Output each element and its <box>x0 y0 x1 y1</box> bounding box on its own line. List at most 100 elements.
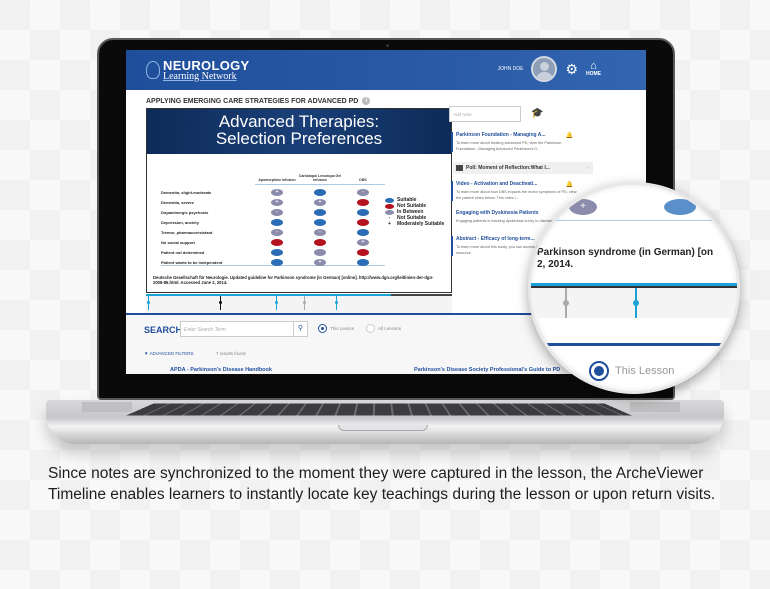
home-label: HOME <box>586 71 601 77</box>
rating-dot-between: - <box>271 209 283 216</box>
rating-dot-between: - <box>271 229 283 236</box>
magnified-between-plus-dot: + <box>569 199 597 215</box>
magnified-progress-fill <box>531 283 737 286</box>
add-note-input[interactable]: Add Note <box>449 106 521 122</box>
search-result[interactable]: Parkinson's Disease Society Professional… <box>414 367 560 373</box>
table-row: Dementia, severe + + <box>161 198 385 208</box>
camera <box>386 44 389 47</box>
table-row: Depression, anxiety <box>161 218 385 228</box>
rating-dot-not <box>271 239 283 246</box>
avatar[interactable] <box>531 56 558 82</box>
gear-icon[interactable]: ⚙ <box>565 61 578 78</box>
home-button[interactable]: ⌂ HOME <box>586 61 601 77</box>
magnified-radio-icon <box>589 361 609 381</box>
search-result[interactable]: APDA - Parkinson's Disease Handbook <box>170 367 272 373</box>
timeline-playhead[interactable] <box>219 296 222 310</box>
magnified-table-rule <box>531 220 737 221</box>
citation: Deutsche Gesellschaft für Neurologie. Up… <box>153 275 434 285</box>
brand-logo[interactable]: NEUROLOGY Learning Network <box>146 59 249 82</box>
poll-icon <box>456 165 463 171</box>
radio-this-lesson[interactable]: This Lesson <box>318 324 354 333</box>
table-row: Tremor, pharmacoresistant - - <box>161 228 385 238</box>
legend-item: + Moderately Suitable <box>385 221 444 227</box>
timeline-poll-marker[interactable] <box>303 296 306 310</box>
row-label: No social support <box>161 240 195 245</box>
search-label: SEARCH <box>144 325 183 335</box>
lesson-title-text: APPLYING EMERGING CARE STRATEGIES FOR AD… <box>146 97 359 105</box>
lesson-title: APPLYING EMERGING CARE STRATEGIES FOR AD… <box>146 97 371 105</box>
caption: Since notes are synchronized to the mome… <box>48 465 716 503</box>
resource-item[interactable]: Parkinson Foundation - Managing A... To … <box>451 132 581 152</box>
row-label: Depression, anxiety <box>161 220 199 225</box>
check-icon: ✓ <box>585 165 590 171</box>
rating-dot-between: + <box>314 199 326 206</box>
rating-dot-between: + <box>271 199 283 206</box>
slide-title-line1: Advanced Therapies: <box>218 112 380 131</box>
col-head-dbs: DBS <box>359 177 367 182</box>
table-row: No social support + <box>161 238 385 248</box>
rating-dot-not <box>357 199 369 206</box>
magnified-poll-marker <box>563 288 569 318</box>
timeline-note-marker[interactable] <box>335 296 338 310</box>
legend-swatch <box>385 209 394 215</box>
magnified-radio-label: This Lesson <box>615 365 675 377</box>
speaker-left <box>82 402 132 412</box>
legend-label: Moderately Suitable <box>397 221 445 227</box>
magnified-suitable-dot <box>664 199 696 215</box>
rating-dot-between: + <box>314 259 326 266</box>
row-label: Tremor, pharmacoresistant <box>161 230 213 235</box>
poll-title: Poll: Moment of Reflection:What I... <box>466 165 550 171</box>
radio-label: This Lesson <box>330 326 355 331</box>
table-row: Patient not determined <box>161 248 385 258</box>
brand-subtitle: Learning Network <box>163 70 237 82</box>
brain-logo-icon <box>146 61 160 79</box>
radio-unselected-icon <box>366 324 375 333</box>
user-area: JOHN DOE ⚙ ⌂ HOME <box>498 56 601 82</box>
radio-all-lessons[interactable]: All Lessons <box>366 324 401 333</box>
magnifier-lens: + Parkinson syndrome (in German) [on 2, … <box>528 182 740 394</box>
row-label: Patient wants to be independent <box>161 260 223 265</box>
bell-icon[interactable]: 🔔 <box>566 132 573 139</box>
rating-dot-suitable <box>271 259 283 266</box>
bell-icon[interactable]: 🔔 <box>566 181 573 188</box>
rating-dot-suitable <box>314 219 326 226</box>
timeline-note-marker[interactable] <box>275 296 278 310</box>
resource-desc: To learn more about treating advanced PD… <box>456 141 562 151</box>
slide-viewer: Advanced Therapies: Selection Preference… <box>146 108 452 293</box>
results-count: 7 results found <box>216 351 246 356</box>
rating-dot-suitable <box>314 189 326 196</box>
rating-dot-suitable <box>314 209 326 216</box>
magnified-citation: Parkinson syndrome (in German) [on 2, 20… <box>537 247 713 271</box>
radio-label: All Lessons <box>378 326 402 331</box>
magnified-citation-line2: 2, 2014. <box>537 259 574 270</box>
magnified-note-marker <box>633 288 639 318</box>
rating-dot-suitable <box>271 249 283 256</box>
timeline-note-marker[interactable] <box>147 296 150 310</box>
advanced-filters-label: ADVANCED FILTERS <box>149 351 194 356</box>
row-label: Patient not determined <box>161 250 205 255</box>
rating-dot-suitable <box>357 209 369 216</box>
lid-notch <box>338 425 428 431</box>
rating-dot-between <box>314 249 326 256</box>
rating-dot-suitable <box>271 219 283 226</box>
info-icon[interactable]: i <box>362 97 371 105</box>
resource-title[interactable]: Video - Activation and Deactivati... <box>456 181 581 187</box>
rating-dot-suitable <box>357 259 369 266</box>
save-note-icon[interactable]: 🎓 <box>531 108 543 119</box>
col-head-levodopa: Carbidopa/ Levodopa Gel Infusion <box>298 173 342 182</box>
resource-item[interactable]: Video - Activation and Deactivati... To … <box>451 181 581 201</box>
search-button[interactable]: ⚲ <box>294 321 308 337</box>
resource-title[interactable]: Parkinson Foundation - Managing A... <box>456 132 581 138</box>
search-input[interactable]: Enter Search Term <box>180 321 294 337</box>
rating-dot-between: - <box>357 189 369 196</box>
poll-item[interactable]: Poll: Moment of Reflection:What I... ✓ <box>453 162 593 174</box>
col-head-apomorphine: Apomorphine Infusion <box>258 177 296 182</box>
row-label: Dementia, severe <box>161 200 194 205</box>
rating-dot-not <box>357 219 369 226</box>
magnified-search-border <box>531 343 737 346</box>
magnified-radio-this-lesson: This Lesson <box>589 361 674 381</box>
radio-selected-icon <box>318 324 327 333</box>
advanced-filters-toggle[interactable]: ▼ ADVANCED FILTERS <box>144 351 194 356</box>
slide-title-line2: Selection Preferences <box>215 129 383 148</box>
user-name[interactable]: JOHN DOE <box>498 66 524 72</box>
